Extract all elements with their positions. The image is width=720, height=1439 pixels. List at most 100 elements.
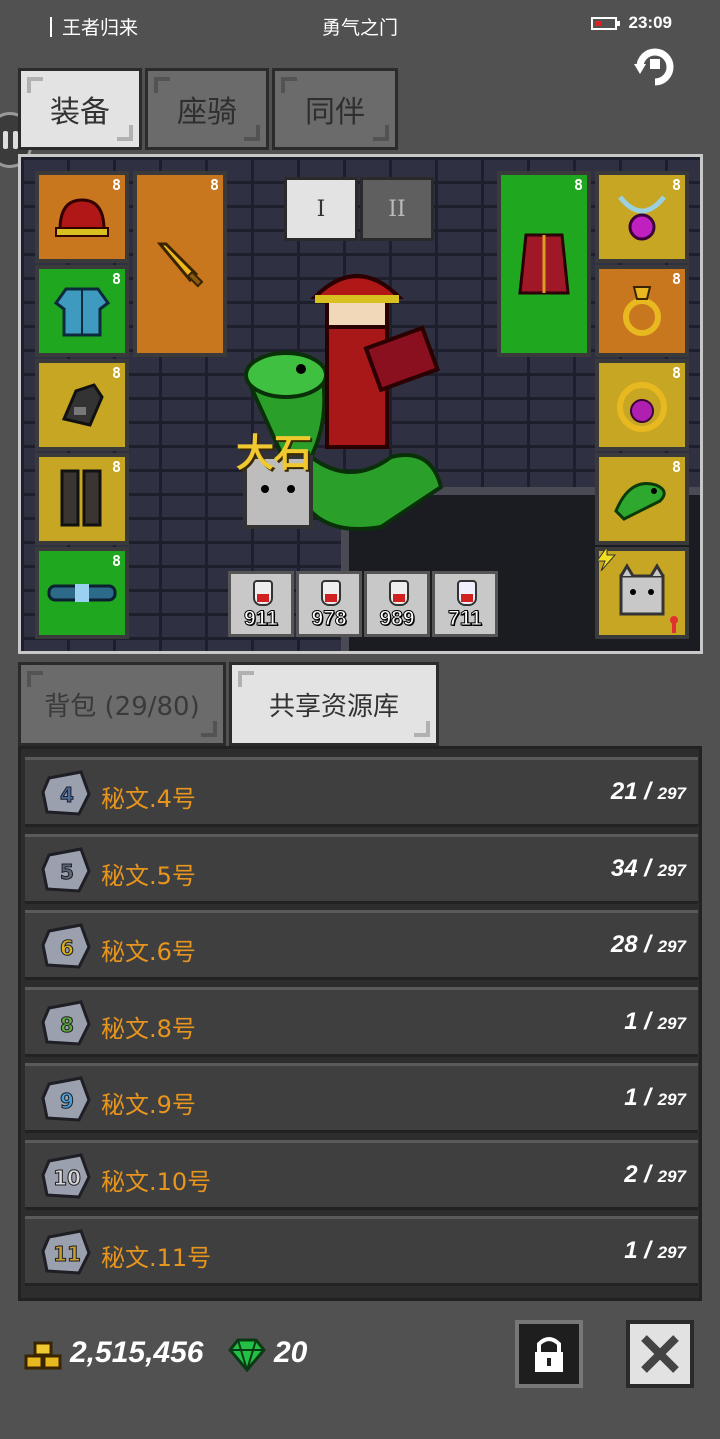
rune-number: 9 (60, 1089, 74, 1113)
rune-stone-icon: 6 (41, 923, 91, 969)
tab-corner (281, 77, 297, 93)
tab-mount-label: 座骑 (177, 95, 237, 130)
tab-corner (414, 721, 430, 737)
rune-stone-icon: 9 (41, 1076, 91, 1122)
refresh-icon[interactable] (630, 44, 680, 90)
slot-lock-mark: 8 (671, 364, 681, 382)
tab-backpack[interactable]: 背包 (29/80) (18, 662, 226, 746)
character-name: 大石 (236, 431, 313, 475)
rune-stone-icon: 10 (41, 1152, 91, 1199)
potion-count: 911 (244, 607, 279, 631)
potion-slot[interactable]: 711 (432, 571, 498, 637)
resource-row[interactable]: 9 秘文.9号 1 / 297 (25, 1063, 698, 1133)
slot-armor[interactable]: 8 (35, 265, 129, 357)
lightning-icon (596, 547, 617, 571)
slot-lock-mark: 8 (111, 270, 121, 288)
potion-bottle-icon (457, 580, 477, 606)
status-bar: 王者归来 勇气之门 23:09 (0, 0, 720, 52)
resource-count-value: 28 (610, 931, 638, 958)
potion-count: 978 (311, 607, 347, 631)
rune-stone-icon: 11 (41, 1229, 91, 1275)
resource-count: 2 / 297 (624, 1160, 686, 1188)
tab-shared-resources-label: 共享资源库 (268, 691, 399, 722)
slot-lock-mark: 8 (671, 176, 681, 194)
tab-equipment[interactable]: 装备 (18, 68, 142, 150)
slot-belt[interactable]: 8 (35, 547, 129, 639)
belt-icon (47, 584, 117, 602)
tab-corner (373, 125, 389, 141)
key-icon (670, 616, 678, 633)
resource-count-value: 1 (624, 1084, 638, 1111)
slot-helmet[interactable]: 8 (35, 171, 129, 263)
sword-icon (156, 242, 204, 288)
slot-weapon[interactable]: 8 (133, 171, 227, 357)
slot-ring[interactable]: 8 (595, 265, 689, 357)
resource-name: 秘文.9号 (101, 1091, 196, 1119)
potion-slot[interactable]: 978 (296, 571, 362, 637)
potion-slot[interactable]: 911 (228, 571, 294, 637)
close-button[interactable] (626, 1320, 694, 1388)
necklace-icon (618, 195, 666, 241)
slot-companion[interactable] (595, 547, 689, 639)
slot-lock-mark: 8 (111, 552, 121, 570)
gauntlet-icon (61, 383, 104, 427)
resource-count: 1 / 297 (624, 1007, 686, 1035)
resource-name: 秘文.8号 (101, 1014, 196, 1043)
resource-count: 21 / 297 (610, 778, 686, 805)
slot-lock-mark: 8 (671, 270, 681, 288)
slot-lock-mark: 8 (111, 458, 121, 476)
tab-corner (201, 721, 217, 737)
slot-lock-mark: 8 (111, 176, 121, 194)
resource-row[interactable]: 4 秘文.4号 21 / 297 (25, 757, 698, 827)
resource-name: 秘文.5号 (101, 861, 196, 890)
tab-shared-resources[interactable]: 共享资源库 (229, 662, 439, 746)
resource-row[interactable]: 11 秘文.11号 1 / 297 (25, 1216, 698, 1286)
slot-gloves[interactable]: 8 (35, 359, 129, 451)
resource-count-max: 297 (657, 1166, 686, 1186)
resource-count-max: 297 (657, 1013, 686, 1033)
status-right: 23:09 (590, 13, 672, 33)
slot-necklace[interactable]: 8 (595, 171, 689, 263)
slot-amulet[interactable]: 8 (595, 359, 689, 451)
potion-bottle-icon (389, 580, 409, 606)
resource-list[interactable]: 4 秘文.4号 21 / 297 5 秘文.5号 34 / 297 6 秘文.6号 28 / 2… (18, 746, 702, 1301)
boots-icon (60, 469, 102, 527)
tab-equipment-label: 装备 (50, 95, 110, 130)
segment-set-2-label: II (388, 196, 406, 222)
segment-set-1-label: I (316, 196, 326, 222)
slot-pet[interactable]: 8 (595, 453, 689, 545)
resource-row[interactable]: 10 秘文.10号 2 / 297 (25, 1139, 698, 1210)
resource-count-max: 297 (657, 1090, 686, 1109)
padlock-icon (535, 1337, 563, 1372)
rune-stone-icon: 4 (41, 770, 91, 816)
resource-row[interactable]: 8 秘文.8号 1 / 297 (25, 986, 698, 1057)
segment-set-2[interactable]: II (360, 177, 434, 241)
tab-companion[interactable]: 同伴 (272, 68, 398, 150)
potion-count: 711 (448, 607, 483, 631)
rune-stone-icon: 8 (41, 999, 91, 1046)
resource-count: 1 / 297 (624, 1084, 686, 1111)
rune-number: 4 (60, 783, 74, 807)
status-time: 23:09 (628, 13, 672, 32)
gold-icon (24, 1341, 62, 1370)
ring-icon (623, 286, 661, 336)
resource-count-value: 21 (610, 778, 638, 805)
slot-cape[interactable]: 8 (497, 171, 591, 357)
resource-count-max: 297 (657, 860, 686, 880)
close-icon (641, 1335, 679, 1373)
tab-corner (27, 77, 43, 93)
cape-icon (518, 233, 570, 295)
slot-boots[interactable]: 8 (35, 453, 129, 545)
lock-button[interactable] (515, 1320, 583, 1388)
resource-name: 秘文.11号 (101, 1244, 212, 1272)
blue-armor-icon (53, 287, 111, 337)
potion-slot[interactable]: 989 (364, 571, 430, 637)
tab-mount[interactable]: 座骑 (145, 68, 269, 150)
resource-row[interactable]: 5 秘文.5号 34 / 297 (25, 833, 698, 904)
tab-backpack-label: 背包 (29/80) (44, 691, 200, 722)
resource-count: 28 / 297 (610, 931, 686, 958)
segment-set-1[interactable]: I (284, 177, 358, 241)
resource-row[interactable]: 6 秘文.6号 28 / 297 (25, 910, 698, 980)
handle-bar (3, 131, 8, 149)
resource-count-value: 34 (610, 854, 638, 882)
